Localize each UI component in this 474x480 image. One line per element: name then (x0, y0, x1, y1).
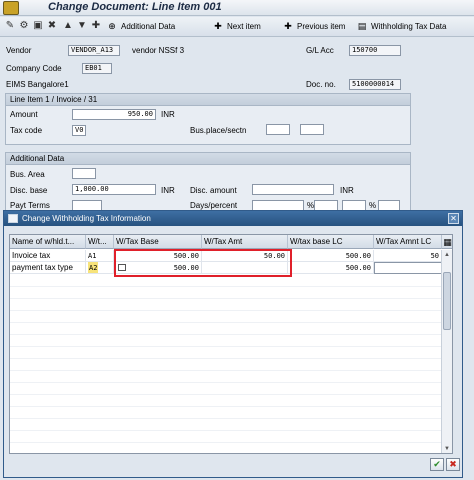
empty-row-line (10, 298, 442, 299)
column-header-wt-type[interactable]: W/t... (86, 235, 114, 249)
withholding-tax-data-button[interactable]: ▤ Withholding Tax Data (356, 20, 447, 34)
scroll-up-icon[interactable]: ▲ (443, 251, 451, 259)
tax-values-highlight (114, 249, 292, 277)
additional-data-icon: ⊕ (108, 21, 116, 32)
amount-field[interactable]: 950.00 (72, 109, 156, 120)
section-code-field[interactable] (300, 124, 324, 135)
disc-amount-label: Disc. amount (190, 186, 237, 195)
column-header-name[interactable]: Name of w/hld.t... (10, 235, 86, 249)
payt-terms-label: Payt Terms (10, 201, 50, 210)
bus-area-field[interactable] (72, 168, 96, 179)
tax-code-field[interactable]: V0 (72, 125, 86, 136)
doc-no-label: Doc. no. (306, 80, 336, 89)
cancel-button[interactable]: ✖ (446, 458, 460, 471)
next-item-button[interactable]: ✚ Next item (212, 20, 261, 34)
dialog-window-icon (8, 214, 18, 223)
close-icon[interactable]: ✕ (448, 213, 459, 224)
disc-amount-field[interactable] (252, 184, 334, 195)
empty-row-line (10, 334, 442, 335)
empty-row-line (10, 442, 442, 443)
dialog-titlebar: Change Withholding Tax Information (4, 211, 462, 226)
vendor-field[interactable]: VENDOR_A13 (68, 45, 120, 56)
column-header-tax-base[interactable]: W/Tax Base (114, 235, 202, 249)
dialog-title: Change Withholding Tax Information (22, 214, 151, 223)
bus-area-label: Bus. Area (10, 170, 45, 179)
line-item-group: Line Item 1 / Invoice / 31 (5, 93, 411, 145)
delete-icon[interactable]: ✖ (46, 20, 58, 32)
empty-row-line (10, 418, 442, 419)
table-row-1-base-lc[interactable]: 500.00 (288, 250, 374, 262)
doc-no-field[interactable]: 5100000014 (349, 79, 401, 90)
table-row-2-base-lc[interactable]: 500.00 (288, 262, 374, 274)
table-row-2-amt-lc[interactable] (374, 262, 442, 274)
empty-row-line (10, 430, 442, 431)
refresh-icon[interactable]: ✚ (90, 20, 102, 32)
display-change-icon[interactable]: ⚙ (18, 20, 30, 32)
vendor-label: Vendor (6, 46, 32, 55)
empty-row-line (10, 310, 442, 311)
paste-icon[interactable]: ▣ (32, 20, 44, 32)
scroll-down-icon[interactable]: ▼ (443, 445, 451, 453)
bus-place-label: Bus.place/sectn (190, 126, 247, 135)
edit-pencil-icon[interactable]: ✎ (4, 20, 16, 32)
empty-row-line (10, 394, 442, 395)
empty-row-line (10, 322, 442, 323)
empty-row-line (10, 406, 442, 407)
table-row-1-name: Invoice tax (10, 250, 86, 262)
table-row-2-name: payment tax type (10, 262, 86, 274)
percent-sign-2: % (369, 201, 377, 210)
arrow-up-icon[interactable]: ▲ (62, 20, 74, 32)
amount-label: Amount (10, 110, 38, 119)
application-toolbar: ✎ ⚙ ▣ ✖ ▲ ▼ ✚ ⊕ Additional Data ✚ Next ite… (0, 17, 474, 37)
days-percent-label: Days/percent (190, 201, 238, 210)
company-name: EIMS Bangalore1 (6, 80, 69, 89)
company-code-field[interactable]: EB01 (82, 63, 112, 74)
empty-row-line (10, 358, 442, 359)
line-item-group-title: Line Item 1 / Invoice / 31 (6, 94, 410, 106)
window-title: Change Document: Line Item 001 (48, 1, 222, 13)
disc-base-label: Disc. base (10, 186, 48, 195)
confirm-check-button[interactable]: ✔ (430, 458, 444, 471)
withholding-tax-table: Name of w/hld.t... W/t... W/Tax Base W/T… (9, 234, 453, 454)
sap-menu-icon[interactable] (3, 1, 19, 15)
empty-row-line (10, 382, 442, 383)
disc-base-field[interactable]: 1,000.00 (72, 184, 156, 195)
column-header-tax-amt[interactable]: W/Tax Amt (202, 235, 288, 249)
additional-data-group-title: Additional Data (6, 153, 410, 165)
table-row-2-wt[interactable]: A2 (88, 262, 99, 273)
table-row-1-amt-lc[interactable]: 50 (374, 250, 442, 262)
disc-amount-currency: INR (340, 186, 354, 195)
gl-acc-field[interactable]: 150700 (349, 45, 401, 56)
scrollbar-thumb[interactable] (443, 272, 451, 330)
column-settings-icon[interactable]: ▦ (442, 235, 452, 249)
next-item-icon: ✚ (214, 21, 222, 32)
column-header-tax-base-lc[interactable]: W/tax base LC (288, 235, 374, 249)
window-titlebar: Change Document: Line Item 001 (0, 0, 474, 16)
gl-acc-label: G/L Acc (306, 46, 334, 55)
empty-row-line (10, 286, 442, 287)
tax-code-label: Tax code (10, 126, 43, 135)
vendor-name: vendor NSSf 3 (132, 46, 185, 55)
table-row-1-wt[interactable]: A1 (86, 250, 114, 262)
empty-row-line (10, 370, 442, 371)
previous-item-button[interactable]: ✚ Previous item (282, 20, 345, 34)
additional-data-button[interactable]: ⊕ Additional Data (106, 20, 175, 34)
previous-item-icon: ✚ (284, 21, 292, 32)
table-vertical-scrollbar[interactable]: ▲ ▼ (441, 250, 452, 453)
empty-row-line (10, 346, 442, 347)
amount-currency: INR (161, 110, 175, 119)
bus-place-field[interactable] (266, 124, 290, 135)
arrow-down-icon[interactable]: ▼ (76, 20, 88, 32)
company-code-label: Company Code (6, 64, 62, 73)
column-header-tax-amt-lc[interactable]: W/Tax Amnt LC (374, 235, 442, 249)
withholding-tax-icon: ▤ (357, 21, 367, 32)
table-row-2-wt-cell[interactable]: A2 (86, 262, 114, 274)
disc-base-currency: INR (161, 186, 175, 195)
withholding-tax-dialog: Change Withholding Tax Information ✕ Nam… (3, 210, 463, 478)
